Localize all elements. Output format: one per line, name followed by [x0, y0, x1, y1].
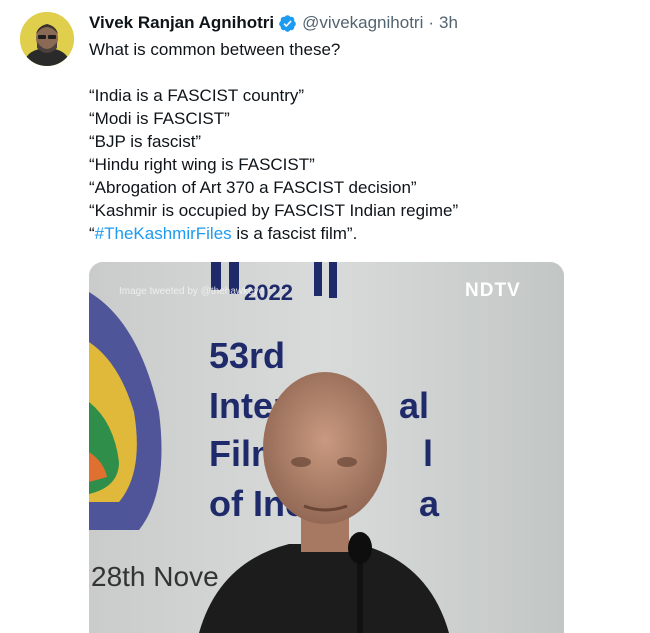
verified-badge-icon [278, 14, 297, 33]
quote-line: “India is a FASCIST country” [89, 86, 305, 105]
tweet-media-image[interactable]: 2022 53rd Intern al Film l of Inc a 28th… [89, 262, 564, 633]
avatar[interactable] [20, 12, 74, 66]
banner-line: al [399, 385, 429, 426]
avatar-image [20, 12, 74, 66]
quote-line: “Kashmir is occupied by FASCIST Indian r… [89, 201, 459, 220]
quote-line: “BJP is fascist” [89, 132, 202, 151]
tweet: Vivek Ranjan Agnihotri @vivekagnihotri ·… [0, 0, 650, 633]
media-photo: 2022 53rd Intern al Film l of Inc a 28th… [89, 262, 564, 633]
tweet-text: What is common between these? “India is … [89, 38, 609, 245]
quote-line-last: “#TheKashmirFiles is a fascist film”. [89, 222, 609, 245]
banner-date: 28th Nove [91, 561, 219, 592]
quote-line: “Hindu right wing is FASCIST” [89, 155, 315, 174]
author-handle[interactable]: @vivekagnihotri [302, 12, 423, 34]
ndtv-logo: NDTV [465, 280, 521, 301]
banner-line: l [423, 433, 433, 474]
quote-line: “Abrogation of Art 370 a FASCIST decisio… [89, 178, 417, 197]
hashtag-link[interactable]: #TheKashmirFiles [95, 224, 232, 243]
image-watermark: Image tweeted by @thehawkeye [119, 286, 265, 297]
tweet-header: Vivek Ranjan Agnihotri @vivekagnihotri ·… [89, 12, 458, 34]
quote-line: “Modi is FASCIST” [89, 109, 230, 128]
tweet-timestamp[interactable]: 3h [439, 12, 458, 34]
tweet-intro: What is common between these? [89, 40, 341, 59]
author-name[interactable]: Vivek Ranjan Agnihotri [89, 12, 274, 34]
quote-rest: is a fascist film”. [231, 224, 358, 243]
banner-line: a [419, 483, 440, 524]
banner-line: 53rd [209, 335, 285, 376]
separator-dot: · [428, 13, 435, 32]
